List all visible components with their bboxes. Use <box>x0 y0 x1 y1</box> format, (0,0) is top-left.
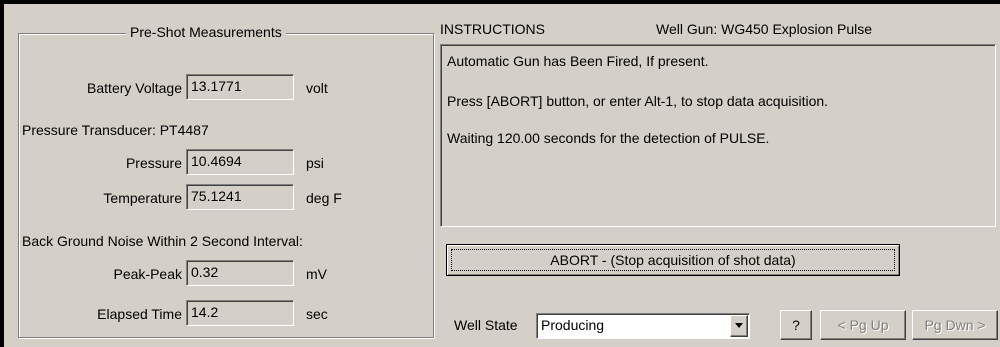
battery-voltage-field: 13.1771 <box>186 74 294 100</box>
elapsed-time-field: 14.2 <box>186 300 294 326</box>
peak-peak-label: Peak-Peak <box>113 266 182 282</box>
pressure-label: Pressure <box>125 155 182 171</box>
well-state-value: Producing <box>541 317 605 333</box>
page-up-button[interactable]: < Pg Up <box>820 310 906 340</box>
temperature-label: Temperature <box>103 190 182 206</box>
dropdown-arrow-button[interactable] <box>730 315 748 337</box>
peak-peak-field: 0.32 <box>186 260 294 286</box>
page-down-button[interactable]: Pg Dwn > <box>912 310 998 340</box>
pressure-unit: psi <box>306 155 324 171</box>
instructions-box: Automatic Gun has Been Fired, If present… <box>440 44 996 227</box>
peak-peak-unit: mV <box>306 266 327 282</box>
battery-voltage-unit: volt <box>306 80 328 96</box>
pressure-transducer-label: Pressure Transducer: PT4487 <box>22 122 209 138</box>
temperature-unit: deg F <box>306 190 342 206</box>
shot-acquisition-window: Pre-Shot Measurements Battery Voltage 13… <box>4 4 1000 347</box>
instruction-line: Automatic Gun has Been Fired, If present… <box>447 53 709 69</box>
pre-shot-title: Pre-Shot Measurements <box>126 24 286 40</box>
well-state-dropdown[interactable]: Producing <box>536 313 750 339</box>
instructions-title: INSTRUCTIONS <box>440 21 545 37</box>
pressure-field: 10.4694 <box>186 149 294 175</box>
chevron-down-icon <box>735 323 743 328</box>
abort-button[interactable]: ABORT - (Stop acquisition of shot data) <box>446 244 900 276</box>
background-noise-label: Back Ground Noise Within 2 Second Interv… <box>22 233 303 249</box>
well-gun-label: Well Gun: WG450 Explosion Pulse <box>656 21 873 37</box>
elapsed-time-label: Elapsed Time <box>97 306 182 322</box>
battery-voltage-label: Battery Voltage <box>87 80 182 96</box>
well-state-label: Well State <box>454 317 518 333</box>
elapsed-time-unit: sec <box>306 306 328 322</box>
instruction-line: Waiting 120.00 seconds for the detection… <box>447 130 770 146</box>
temperature-field: 75.1241 <box>186 184 294 210</box>
instruction-line: Press [ABORT] button, or enter Alt-1, to… <box>447 93 829 109</box>
focus-rectangle <box>451 249 895 271</box>
help-button[interactable]: ? <box>780 310 812 340</box>
